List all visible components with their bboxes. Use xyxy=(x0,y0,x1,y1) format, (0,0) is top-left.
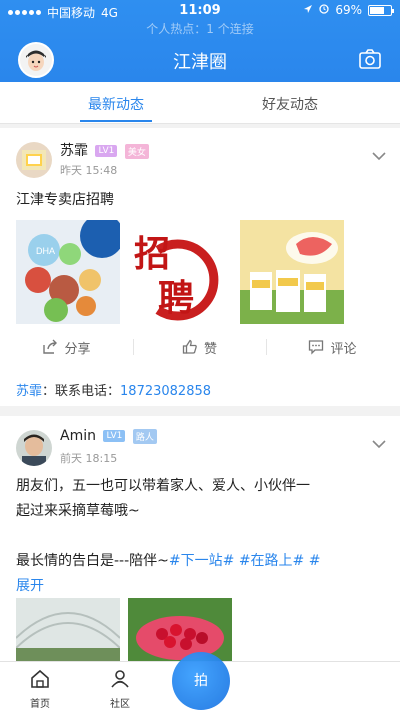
post-image-milk[interactable] xyxy=(240,220,344,324)
post-time: 前天 18:15 xyxy=(60,452,118,465)
post-text: 江津专卖店招聘 xyxy=(16,192,114,208)
post-text-prefix: 最长情的告白是---陪伴~ xyxy=(16,553,169,569)
status-bar: 中国移动 4G 11:09 69% xyxy=(0,0,400,22)
comment-label: 评论 xyxy=(330,341,357,357)
post-image-recruit[interactable]: 招 聘 xyxy=(128,220,232,324)
active-tab-indicator xyxy=(80,120,152,122)
community-icon xyxy=(111,670,129,688)
comment-icon xyxy=(309,340,324,355)
nav-community[interactable]: 社区 xyxy=(92,668,148,710)
feed-list: 苏霏 LV1 美女 昨天 15:48 江津专卖店招聘 DHA 招 聘 分享 赞 … xyxy=(0,124,400,666)
like-button[interactable]: 赞 xyxy=(133,330,266,364)
chevron-down-icon[interactable] xyxy=(372,146,386,161)
tag-badge: 美女 xyxy=(124,143,149,159)
comment-button[interactable]: 评论 xyxy=(266,330,399,364)
post-card[interactable]: Amin LV1 路人 前天 18:15 朋友们，五一也可以带着家人、爱人、小伙… xyxy=(0,416,400,666)
post-card[interactable]: 苏霏 LV1 美女 昨天 15:48 江津专卖店招聘 DHA 招 聘 分享 赞 … xyxy=(0,128,400,406)
action-divider xyxy=(266,339,267,355)
share-button[interactable]: 分享 xyxy=(0,330,133,364)
app-title: 江津圈 xyxy=(173,52,227,73)
top-bar: 中国移动 4G 11:09 69% 个人热点：1 个连接 江津圈 xyxy=(0,0,400,82)
post-text-line: 朋友们，五一也可以带着家人、爱人、小伙伴一 xyxy=(16,478,310,494)
user-avatar[interactable] xyxy=(16,430,52,466)
battery-fill xyxy=(370,6,384,14)
user-name-row: 苏霏 LV1 美女 xyxy=(60,140,149,160)
tab-latest[interactable]: 最新动态 xyxy=(16,94,216,114)
post-text-line: 起过来采摘草莓哦~ xyxy=(16,503,140,519)
user-name-row: Amin LV1 路人 xyxy=(60,428,157,444)
like-label: 赞 xyxy=(203,341,217,357)
level-badge: LV1 xyxy=(103,430,126,442)
topic-link[interactable]: #在路上# xyxy=(239,553,304,569)
location-icon xyxy=(303,3,313,17)
contact-nick[interactable]: 苏霏 xyxy=(16,384,42,399)
image-grid: DHA 招 聘 xyxy=(16,220,344,324)
post-time: 昨天 15:48 xyxy=(60,164,118,177)
user-avatar[interactable] xyxy=(16,142,52,178)
topic-link[interactable]: #下一站# xyxy=(169,553,234,569)
alarm-icon xyxy=(319,3,329,17)
user-name[interactable]: Amin xyxy=(60,428,96,444)
action-divider xyxy=(133,339,134,355)
expand-link[interactable]: 展开 xyxy=(16,574,384,599)
chevron-down-icon[interactable] xyxy=(372,434,386,449)
contact-phone[interactable]: 18723082858 xyxy=(120,384,211,399)
contact-line: 苏霏：联系电话：18723082858 xyxy=(16,380,211,399)
recruit-char-1: 招 xyxy=(134,233,170,275)
app-header: 江津圈 xyxy=(0,38,400,82)
user-name[interactable]: 苏霏 xyxy=(60,143,88,159)
share-icon xyxy=(43,339,58,354)
post-fab-button[interactable]: 拍 xyxy=(172,652,230,710)
post-text: 朋友们，五一也可以带着家人、爱人、小伙伴一 起过来采摘草莓哦~ 最长情的告白是-… xyxy=(16,474,384,599)
battery-percent: 69% xyxy=(335,3,362,17)
hotspot-banner[interactable]: 个人热点：1 个连接 xyxy=(0,20,400,37)
battery-icon xyxy=(368,4,394,16)
recruit-char-2: 聘 xyxy=(158,277,194,319)
topic-link[interactable]: # xyxy=(309,553,321,569)
post-text-line: 最长情的告白是---陪伴~#下一站# #在路上# # xyxy=(16,549,384,574)
contact-label: ：联系电话： xyxy=(42,384,121,399)
nav-community-label: 社区 xyxy=(110,699,130,710)
post-image-dha[interactable]: DHA xyxy=(16,220,120,324)
feed-tabs: 最新动态 好友动态 xyxy=(0,82,400,124)
camera-icon[interactable] xyxy=(358,48,382,70)
tag-badge: 路人 xyxy=(132,428,157,444)
home-icon xyxy=(31,669,49,688)
nav-home-label: 首页 xyxy=(30,699,50,710)
dha-label: DHA xyxy=(36,246,55,256)
level-badge: LV1 xyxy=(95,145,118,157)
post-actions: 分享 赞 评论 xyxy=(0,330,400,364)
tab-friends[interactable]: 好友动态 xyxy=(190,94,390,114)
thumbs-up-icon xyxy=(182,339,197,354)
nav-home[interactable]: 首页 xyxy=(12,668,68,710)
share-label: 分享 xyxy=(64,341,91,357)
